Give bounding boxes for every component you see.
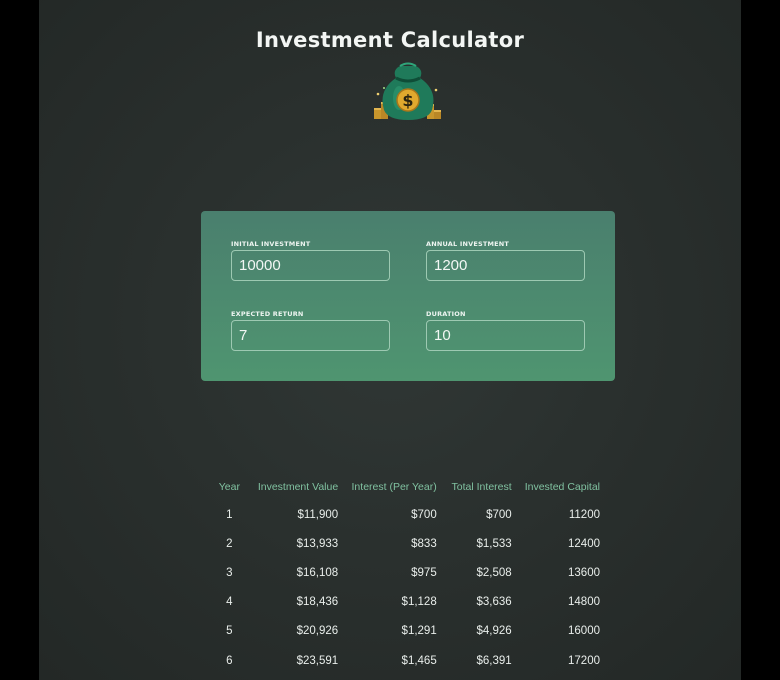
interest-cell: $1,128 (401, 596, 437, 609)
investment-input-panel: INITIAL INVESTMENT ANNUAL INVESTMENT EXP… (201, 211, 615, 381)
page: Investment Calculator $ INITIAL INVESTME… (39, 0, 741, 680)
invested-capital-cell: 16000 (568, 625, 600, 638)
column-header-total-interest: Total Interest (451, 481, 512, 493)
table-row: 3 $16,108 $975 $2,508 13600 (215, 558, 600, 587)
results-table-container: Year Investment Value Interest (Per Year… (215, 474, 600, 675)
interest-cell: $975 (411, 566, 437, 579)
expected-return-input[interactable] (231, 320, 390, 351)
year-cell: 4 (226, 596, 233, 609)
total-interest-cell: $4,926 (476, 625, 512, 638)
initial-investment-field: INITIAL INVESTMENT (231, 239, 390, 281)
svg-text:$: $ (402, 91, 413, 110)
total-interest-cell: $700 (486, 508, 512, 521)
investment-value-cell: $13,933 (296, 537, 339, 550)
column-header-invested-capital: Invested Capital (524, 481, 600, 493)
total-interest-cell: $6,391 (476, 654, 512, 667)
invested-capital-cell: 17200 (568, 654, 600, 667)
duration-input[interactable] (426, 320, 585, 351)
initial-investment-input[interactable] (231, 250, 390, 281)
investment-value-cell: $20,926 (296, 625, 339, 638)
results-table: Year Investment Value Interest (Per Year… (215, 474, 600, 675)
year-cell: 1 (226, 508, 233, 521)
interest-cell: $700 (411, 508, 437, 521)
year-cell: 2 (226, 537, 233, 550)
investment-value-cell: $18,436 (296, 596, 339, 609)
interest-cell: $833 (411, 537, 437, 550)
invested-capital-cell: 14800 (568, 596, 600, 609)
year-cell: 5 (226, 625, 233, 638)
duration-field: DURATION (426, 309, 585, 351)
expected-return-field: EXPECTED RETURN (231, 309, 390, 351)
interest-cell: $1,465 (401, 654, 437, 667)
column-header-interest-per-year: Interest (Per Year) (351, 481, 437, 493)
column-header-investment-value: Investment Value (257, 481, 339, 493)
investment-value-cell: $16,108 (296, 566, 339, 579)
invested-capital-cell: 11200 (568, 508, 600, 521)
year-cell: 6 (226, 654, 233, 667)
investment-value-cell: $23,591 (296, 654, 339, 667)
duration-label: DURATION (426, 310, 466, 318)
year-cell: 3 (226, 566, 233, 579)
expected-return-label: EXPECTED RETURN (231, 310, 304, 318)
table-header-row: Year Investment Value Interest (Per Year… (215, 474, 600, 500)
table-row: 1 $11,900 $700 $700 11200 (215, 500, 600, 529)
table-row: 5 $20,926 $1,291 $4,926 16000 (215, 617, 600, 646)
table-row: 2 $13,933 $833 $1,533 12400 (215, 529, 600, 558)
interest-cell: $1,291 (401, 625, 437, 638)
annual-investment-field: ANNUAL INVESTMENT (426, 239, 585, 281)
page-title: Investment Calculator (255, 28, 525, 53)
annual-investment-label: ANNUAL INVESTMENT (426, 240, 510, 248)
total-interest-cell: $1,533 (476, 537, 512, 550)
total-interest-cell: $2,508 (476, 566, 512, 579)
table-row: 6 $23,591 $1,465 $6,391 17200 (215, 646, 600, 675)
column-header-year: Year (218, 481, 240, 493)
invested-capital-cell: 13600 (568, 566, 600, 579)
total-interest-cell: $3,636 (476, 596, 512, 609)
table-row: 4 $18,436 $1,128 $3,636 14800 (215, 588, 600, 617)
investment-value-cell: $11,900 (297, 508, 339, 521)
invested-capital-cell: 12400 (568, 537, 600, 550)
money-bag-icon: $ (372, 60, 444, 124)
annual-investment-input[interactable] (426, 250, 585, 281)
initial-investment-label: INITIAL INVESTMENT (231, 240, 311, 248)
